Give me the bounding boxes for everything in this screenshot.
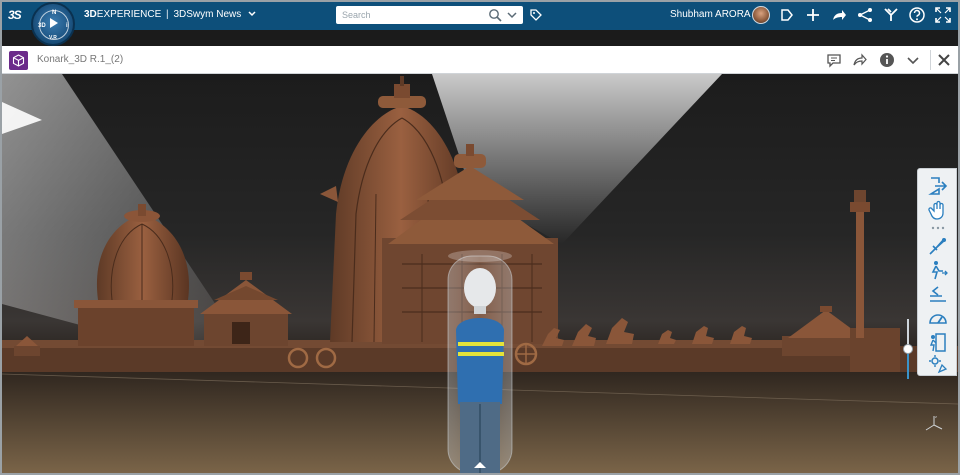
- avatar-figure[interactable]: [447, 250, 513, 473]
- slider-knob[interactable]: [903, 344, 913, 354]
- door-icon[interactable]: [927, 331, 949, 353]
- compass-top-label: N: [52, 10, 57, 16]
- navigation-toolbar: [917, 168, 957, 376]
- pyramid-shrine: [200, 272, 292, 346]
- top-bar: 3S 3DEXPERIENCE | 3DSwym News Shubham AR…: [0, 0, 960, 30]
- comment-icon[interactable]: [826, 52, 842, 68]
- compass-version: V.R: [49, 35, 57, 41]
- chevron-down-icon[interactable]: [905, 52, 921, 68]
- share-icon[interactable]: [830, 6, 848, 24]
- search-box: [336, 6, 523, 24]
- header-divider: [930, 50, 931, 70]
- user-name[interactable]: Shubham ARORA: [670, 9, 751, 20]
- cube-icon: [12, 54, 25, 67]
- app-icon[interactable]: [9, 51, 28, 70]
- fullscreen-icon[interactable]: [934, 6, 952, 24]
- app-name: 3DSwym News: [173, 9, 242, 20]
- tag-icon[interactable]: [529, 8, 543, 22]
- plus-icon[interactable]: [804, 6, 822, 24]
- compass[interactable]: 3D N i V.R: [31, 2, 75, 46]
- more-dots-icon[interactable]: [931, 226, 945, 230]
- apps-icon[interactable]: [882, 6, 900, 24]
- fly-icon[interactable]: [927, 235, 949, 257]
- chevron-down-icon: [248, 11, 256, 17]
- brand-name: EXPERIENCE: [96, 9, 162, 20]
- brand-separator: |: [166, 9, 169, 20]
- settings-icon[interactable]: [927, 353, 949, 375]
- compass-left-label: 3D: [38, 23, 46, 29]
- share-icon[interactable]: [852, 52, 868, 68]
- widget-header: Konark_3D R.1_(2): [2, 46, 958, 74]
- search-chevron-down-icon[interactable]: [506, 9, 518, 21]
- 3d-viewport[interactable]: [2, 74, 958, 473]
- brand-prefix: 3D: [84, 9, 97, 20]
- hand-icon[interactable]: [927, 199, 949, 221]
- brand-title[interactable]: 3DEXPERIENCE | 3DSwym News: [84, 9, 256, 20]
- close-icon[interactable]: [936, 52, 952, 68]
- ds-logo: 3S: [8, 8, 22, 22]
- speed-icon[interactable]: [927, 307, 949, 329]
- search-icon[interactable]: [488, 8, 502, 22]
- avatar[interactable]: [752, 6, 770, 24]
- compass-right-label: i: [66, 23, 68, 29]
- tags-icon[interactable]: [778, 6, 796, 24]
- walk-icon[interactable]: [927, 259, 949, 281]
- svg-text:z: z: [935, 414, 937, 419]
- right-temple: [782, 190, 900, 372]
- zoom-slider[interactable]: [902, 319, 914, 379]
- level-icon[interactable]: [927, 283, 949, 305]
- small-shrine-left: [14, 336, 40, 356]
- network-icon[interactable]: [856, 6, 874, 24]
- help-icon[interactable]: [908, 6, 926, 24]
- info-icon[interactable]: [879, 52, 895, 68]
- widget-title: Konark_3D R.1_(2): [37, 54, 124, 65]
- axis-triad-icon: z: [925, 414, 943, 431]
- exit-icon[interactable]: [927, 175, 949, 197]
- play-icon: [50, 18, 58, 28]
- search-input[interactable]: [342, 8, 482, 22]
- temple-scene: [2, 74, 958, 473]
